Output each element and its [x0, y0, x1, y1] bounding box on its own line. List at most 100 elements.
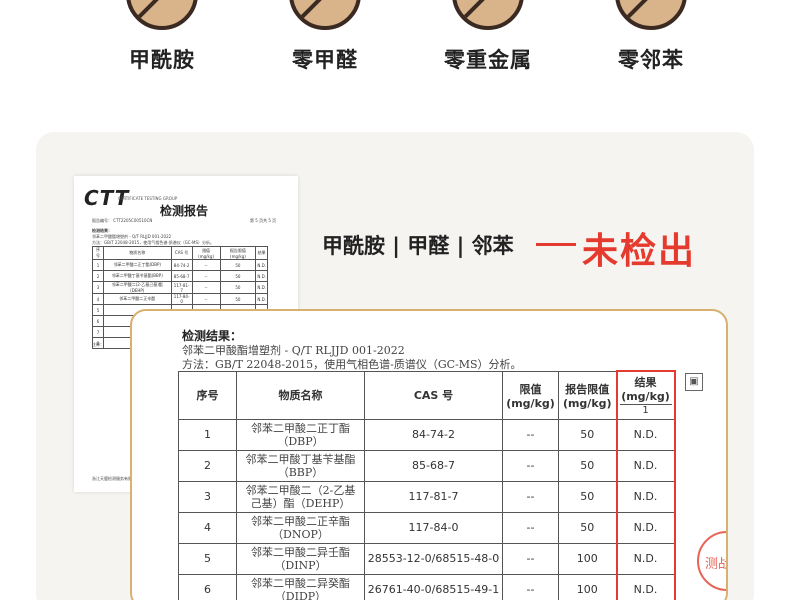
- table-cell: --: [191, 270, 221, 282]
- cell-no: 1: [178, 418, 237, 451]
- cell-result: N.D.: [615, 480, 676, 513]
- header-no: 序号: [178, 370, 237, 420]
- cell-name: 邻苯二甲酸二正辛酯 （DNOP）: [236, 511, 365, 544]
- cell-result: N.D.: [615, 542, 676, 575]
- header-cell: 序号: [92, 246, 104, 260]
- table-cell: 117-84-0: [170, 293, 193, 305]
- not-detected-text: 未检出: [582, 231, 697, 272]
- cell-cas: 117-84-0: [364, 511, 503, 544]
- table-cell: N.D.: [255, 293, 268, 305]
- table-cell: 4: [92, 293, 104, 305]
- header-cell: 结果: [255, 246, 268, 260]
- table-header-row: 序号 物质名称 CAS 号 限值 (mg/kg) 报告限值 (mg/kg) 结果: [92, 246, 268, 260]
- table-header-row: 序号 物质名称 CAS 号 限值 (mg/kg) 报告限值 (mg/kg) 结果…: [178, 370, 676, 420]
- table-cell: --: [191, 281, 221, 294]
- cell-result: N.D.: [615, 418, 676, 451]
- cell-no: 4: [178, 511, 237, 544]
- table-cell: 50: [219, 259, 257, 271]
- cell-no: 5: [178, 542, 237, 575]
- cell-limit: --: [502, 542, 559, 575]
- results-table: 序号 物质名称 CAS 号 限值 (mg/kg) 报告限值 (mg/kg) 结果…: [178, 370, 676, 600]
- cell-report-limit: 100: [558, 573, 617, 600]
- expand-icon[interactable]: ▣: [685, 373, 703, 391]
- table-row: 6 邻苯二甲酸二异癸酯 （DIDP） 26761-40-0/68515-49-1…: [178, 573, 676, 600]
- table-row: 4 邻苯二甲酸二正辛酯 117-84-0 -- 50 N.D.: [92, 293, 268, 305]
- table-cell: 邻苯二甲酸二正辛酯: [102, 293, 172, 305]
- cell-report-limit: 50: [558, 418, 617, 451]
- cell-name: 邻苯二甲酸二异癸酯 （DIDP）: [236, 573, 365, 600]
- notes-label: 注释：: [92, 342, 104, 347]
- prohibited-icon: [126, 0, 198, 30]
- header-cell: 限值 (mg/kg): [191, 246, 221, 260]
- cell-report-limit: 50: [558, 480, 617, 513]
- report-number: 报告编号： CTT2205C00510CN: [92, 218, 153, 223]
- table-cell: 50: [219, 270, 257, 282]
- cell-result: N.D.: [615, 573, 676, 600]
- cell-limit: --: [502, 480, 559, 513]
- header-result-label: 结果 (mg/kg): [621, 376, 670, 404]
- table-row: 1 邻苯二甲酸二正丁酯 （DBP） 84-74-2 -- 50 N.D.: [178, 418, 676, 451]
- inspection-stamp: 测战: [697, 531, 726, 591]
- cell-limit: --: [502, 449, 559, 482]
- table-row: 1 邻苯二甲酸二正丁酯(DBP) 84-74-2 -- 50 N.D.: [92, 259, 268, 271]
- cell-name: 邻苯二甲酸二异壬酯 （DINP）: [236, 542, 365, 575]
- table-cell: 邻苯二甲酸丁基苄基酯(BBP): [102, 270, 172, 282]
- cell-name: 邻苯二甲酸二正丁酯 （DBP）: [236, 418, 365, 451]
- header-result-sub: 1: [619, 404, 672, 416]
- table-row: 3 邻苯二甲酸二（2-乙基 己基）酯（DEHP） 117-81-7 -- 50 …: [178, 480, 676, 513]
- cell-name: 邻苯二甲酸二（2-乙基 己基）酯（DEHP）: [236, 480, 365, 513]
- cell-cas: 28553-12-0/68515-48-0: [364, 542, 503, 575]
- tested-items: 甲酰胺 | 甲醛 | 邻苯: [322, 234, 514, 258]
- header-name: 物质名称: [236, 370, 365, 420]
- prohibited-icon: [289, 0, 361, 30]
- table-cell: 85-68-7: [170, 270, 193, 282]
- header-cell: CAS 号: [170, 246, 193, 260]
- cell-result: N.D.: [615, 511, 676, 544]
- table-cell: 5: [92, 304, 104, 316]
- feature-badges: 甲酰胺 零甲醛 零重金属 零邻苯: [0, 0, 790, 80]
- header-cell: 报告限值 (mg/kg): [219, 246, 257, 260]
- table-row: 4 邻苯二甲酸二正辛酯 （DNOP） 117-84-0 -- 50 N.D.: [178, 511, 676, 544]
- cell-cas: 84-74-2: [364, 418, 503, 451]
- table-cell: N.D.: [255, 270, 268, 282]
- table-cell: 50: [219, 281, 257, 294]
- table-cell: 邻苯二甲酸二(2-乙基己基)酯(DEHP): [102, 281, 172, 294]
- table-cell: 117-81-7: [170, 281, 193, 294]
- header-limit: 限值 (mg/kg): [502, 370, 559, 420]
- header-report-limit: 报告限值 (mg/kg): [558, 370, 617, 420]
- table-cell: 3: [92, 281, 104, 294]
- claim-dash: [536, 243, 576, 246]
- table-cell: 邻苯二甲酸二正丁酯(DBP): [102, 259, 172, 271]
- cell-cas: 85-68-7: [364, 449, 503, 482]
- table-cell: 1: [92, 259, 104, 271]
- table-cell: --: [191, 259, 221, 271]
- table-cell: 2: [92, 270, 104, 282]
- cell-limit: --: [502, 573, 559, 600]
- table-row: 2 邻苯二甲酸丁基苄基酯 （BBP） 85-68-7 -- 50 N.D.: [178, 449, 676, 482]
- header-result: 结果 (mg/kg) 1: [615, 370, 676, 420]
- table-cell: 50: [219, 293, 257, 305]
- table-cell: --: [191, 293, 221, 305]
- cell-no: 3: [178, 480, 237, 513]
- page-count: 第 5 页共 5 页: [250, 218, 277, 223]
- cell-cas: 26761-40-0/68515-49-1: [364, 573, 503, 600]
- cell-name: 邻苯二甲酸丁基苄基酯 （BBP）: [236, 449, 365, 482]
- cell-no: 2: [178, 449, 237, 482]
- logo-subtitle: CERTIFICATE TESTING GROUP: [118, 196, 178, 201]
- badge-label: 零重金属: [444, 48, 532, 72]
- report-title: 检测报告: [160, 204, 209, 218]
- table-cell: N.D.: [255, 281, 268, 294]
- prohibited-icon: [615, 0, 687, 30]
- header-cell: 物质名称: [102, 246, 172, 260]
- cell-report-limit: 50: [558, 511, 617, 544]
- badge-label: 甲酰胺: [129, 48, 195, 72]
- badge-label: 零甲醛: [292, 48, 358, 72]
- badge-label: 零邻苯: [618, 48, 684, 72]
- table-row: 3 邻苯二甲酸二(2-乙基己基)酯(DEHP) 117-81-7 -- 50 N…: [92, 281, 268, 294]
- cell-limit: --: [502, 418, 559, 451]
- cell-report-limit: 50: [558, 449, 617, 482]
- cell-limit: --: [502, 511, 559, 544]
- cell-result: N.D.: [615, 449, 676, 482]
- header-cas: CAS 号: [364, 370, 503, 420]
- table-row: 2 邻苯二甲酸丁基苄基酯(BBP) 85-68-7 -- 50 N.D.: [92, 270, 268, 282]
